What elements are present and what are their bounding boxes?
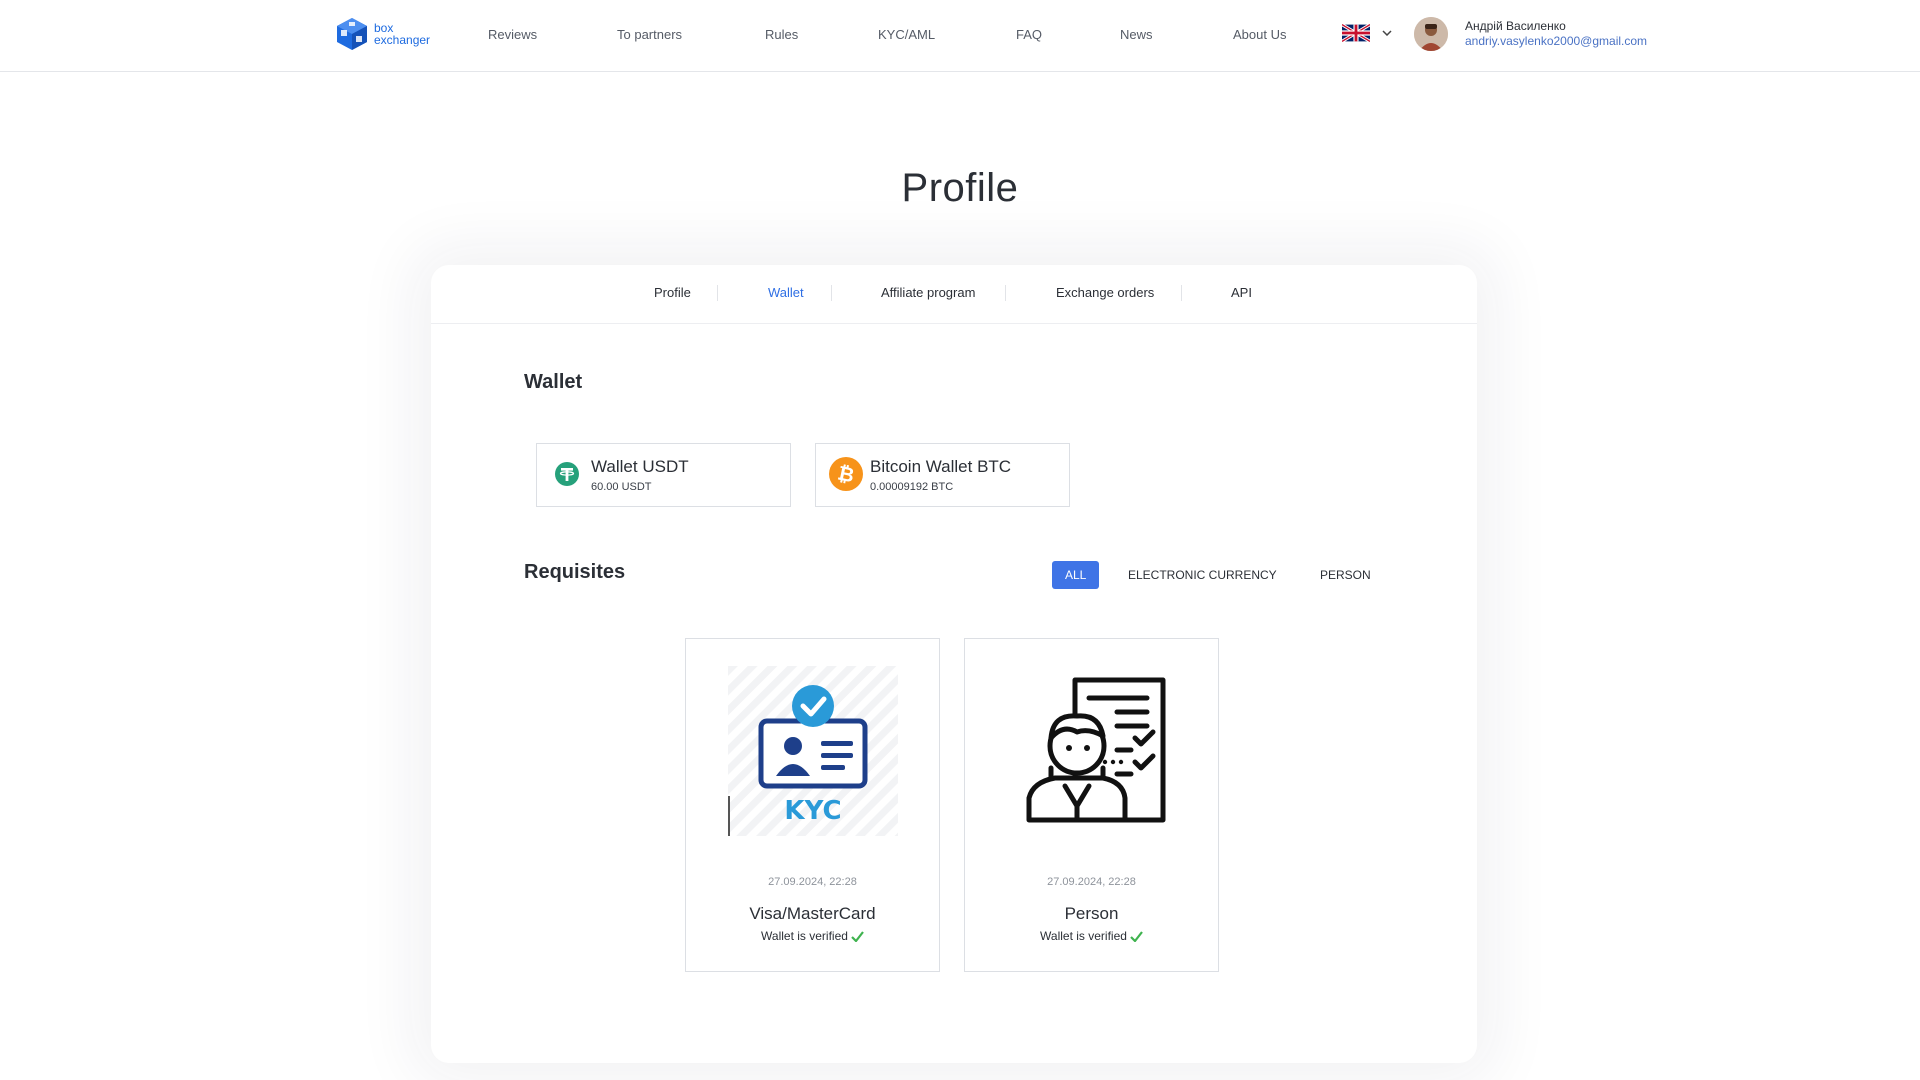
person-document-icon bbox=[1026, 677, 1166, 823]
filter-person[interactable]: PERSON bbox=[1307, 561, 1384, 589]
profile-tabs: Profile Wallet Affiliate program Exchang… bbox=[431, 265, 1477, 324]
tab-divider bbox=[717, 285, 718, 301]
requisite-name: Person bbox=[1064, 904, 1119, 923]
wallet-name: Bitcoin Wallet BTC bbox=[870, 457, 1012, 476]
profile-card: Profile Wallet Affiliate program Exchang… bbox=[431, 265, 1477, 1063]
nav-to-partners[interactable]: To partners bbox=[617, 27, 682, 42]
filter-all[interactable]: ALL bbox=[1052, 561, 1100, 589]
tab-exchange-orders[interactable]: Exchange orders bbox=[1056, 285, 1154, 300]
requisite-status: Wallet is verified bbox=[686, 929, 939, 943]
requisites-title: Requisites bbox=[524, 561, 626, 583]
wallet-balance: 0.00009192 BTC bbox=[870, 481, 954, 493]
check-icon bbox=[851, 931, 864, 943]
nav-kyc-aml[interactable]: KYC/AML bbox=[878, 27, 935, 42]
user-info: Андрій Василенко andriy.vasylenko2000@gm… bbox=[1465, 19, 1647, 49]
tab-affiliate-program[interactable]: Affiliate program bbox=[881, 285, 975, 300]
requisite-name: Visa/MasterCard bbox=[749, 904, 876, 923]
tab-divider bbox=[1181, 285, 1182, 301]
user-menu[interactable]: Андрій Василенко andriy.vasylenko2000@gm… bbox=[1414, 17, 1647, 51]
user-name: Андрій Василенко bbox=[1465, 19, 1566, 33]
tab-divider bbox=[1005, 285, 1006, 301]
nav-rules[interactable]: Rules bbox=[765, 27, 798, 42]
requisite-status: Wallet is verified bbox=[965, 929, 1218, 943]
wallet-name: Wallet USDT bbox=[591, 457, 689, 476]
requisite-date: 27.09.2024, 22:28 bbox=[1047, 876, 1136, 888]
page-title: Profile bbox=[901, 166, 1019, 210]
top-header: box exchanger Reviews To partners Rules … bbox=[0, 0, 1920, 72]
bitcoin-icon: ₿ bbox=[829, 457, 863, 491]
tab-divider bbox=[831, 285, 832, 301]
nav-about-us[interactable]: About Us bbox=[1233, 27, 1286, 42]
filter-electronic-currency[interactable]: ELECTRONIC CURRENCY bbox=[1115, 561, 1290, 589]
nav-reviews[interactable]: Reviews bbox=[488, 27, 537, 42]
uk-flag-icon bbox=[1342, 24, 1370, 42]
kyc-id-card-icon: KYC bbox=[728, 666, 898, 836]
requisite-card-visa-mastercard[interactable]: KYC 27.09.2024, 22:28 Visa/MasterCard Wa… bbox=[685, 638, 940, 972]
requisite-date: 27.09.2024, 22:28 bbox=[768, 876, 857, 888]
user-email: andriy.vasylenko2000@gmail.com bbox=[1465, 34, 1648, 48]
avatar-image bbox=[1414, 17, 1448, 51]
tether-icon bbox=[555, 462, 579, 486]
chevron-down-icon bbox=[1382, 30, 1392, 36]
avatar bbox=[1414, 17, 1448, 51]
tab-wallet[interactable]: Wallet bbox=[768, 285, 804, 300]
tab-profile[interactable]: Profile bbox=[654, 285, 691, 300]
language-selector[interactable] bbox=[1342, 24, 1392, 42]
nav-faq[interactable]: FAQ bbox=[1016, 27, 1042, 42]
wallet-title: Wallet bbox=[524, 371, 583, 393]
requisite-card-person[interactable]: 27.09.2024, 22:28 Person Wallet is verif… bbox=[964, 638, 1219, 972]
tab-api[interactable]: API bbox=[1231, 285, 1252, 300]
wallet-balance: 60.00 USDT bbox=[591, 481, 652, 493]
nav-news[interactable]: News bbox=[1120, 27, 1153, 42]
kyc-image-text: KYC bbox=[784, 796, 841, 826]
requisite-status-text: Wallet is verified bbox=[761, 929, 848, 943]
wallet-usdt[interactable]: Wallet USDT 60.00 USDT bbox=[536, 443, 791, 507]
requisite-status-text: Wallet is verified bbox=[1040, 929, 1127, 943]
check-icon bbox=[1130, 931, 1143, 943]
wallet-btc[interactable]: ₿ Bitcoin Wallet BTC 0.00009192 BTC bbox=[815, 443, 1070, 507]
